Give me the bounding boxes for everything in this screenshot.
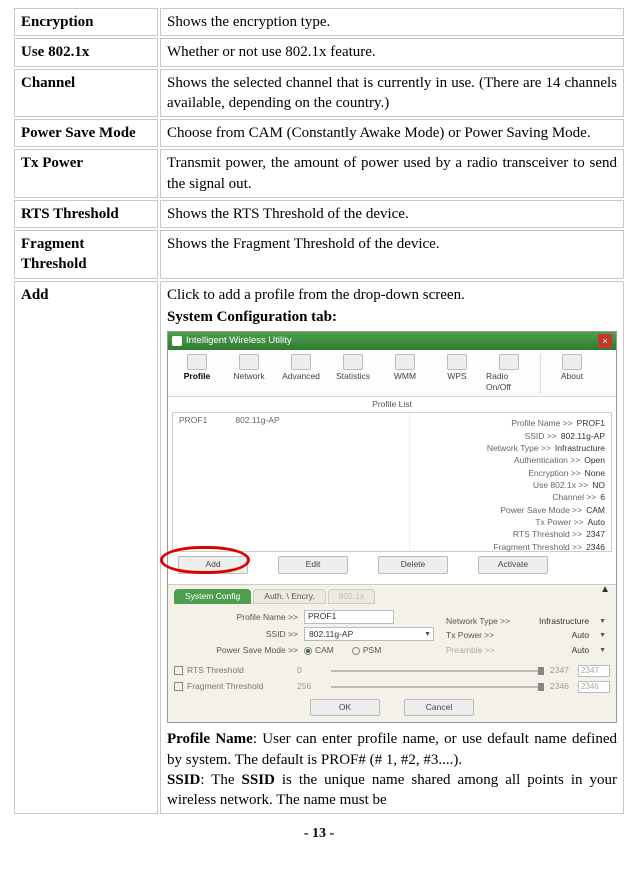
system-config-panel: ▲ System Config Auth. \ Encry. 802.1x Pr…	[168, 584, 616, 722]
radio-cam[interactable]	[304, 647, 312, 655]
profile-name-label: Profile Name >>	[174, 612, 304, 623]
chevron-down-icon: ▼	[599, 631, 606, 640]
toolbar-wmm[interactable]: WMM	[382, 354, 428, 394]
row-label-use8021x: Use 802.1x	[14, 38, 158, 66]
rts-checkbox[interactable]	[174, 666, 183, 675]
profile-name-explain: Profile Name: User can enter profile nam…	[167, 729, 617, 770]
row-label-powersave: Power Save Mode	[14, 119, 158, 147]
row-label-txpower: Tx Power	[14, 149, 158, 198]
profile-list-header: Profile List	[172, 397, 612, 412]
toolbar-about[interactable]: About	[549, 354, 595, 394]
system-config-tab-heading: System Configuration tab:	[167, 307, 617, 327]
toolbar-statistics[interactable]: Statistics	[330, 354, 376, 394]
power-save-label: Power Save Mode >>	[174, 645, 304, 656]
toolbar-advanced[interactable]: Advanced	[278, 354, 324, 394]
cancel-button[interactable]: Cancel	[404, 699, 474, 716]
network-type-label: Network Type >>	[446, 616, 510, 627]
row-label-rts: RTS Threshold	[14, 200, 158, 228]
window-titlebar: Intelligent Wireless Utility ×	[168, 332, 616, 350]
row-desc-add: Click to add a profile from the drop-dow…	[160, 281, 624, 815]
chevron-down-icon: ▼	[599, 617, 606, 626]
definition-table: Encryption Shows the encryption type. Us…	[12, 6, 626, 816]
chevron-down-icon: ▼	[599, 646, 606, 655]
txpower-select[interactable]: Auto▼	[572, 630, 606, 641]
tab-system-config[interactable]: System Config	[174, 589, 251, 604]
ssid-explain: SSID: The SSID is the unique name shared…	[167, 770, 617, 811]
ssid-label: SSID >>	[174, 629, 304, 640]
ok-button[interactable]: OK	[310, 699, 380, 716]
profile-details-panel: Profile Name >>PROF1 SSID >>802.11g-AP N…	[410, 413, 611, 551]
rts-value-box[interactable]: 2347	[578, 665, 610, 677]
toolbar-wps[interactable]: WPS	[434, 354, 480, 394]
add-button[interactable]: Add	[178, 556, 248, 573]
rts-slider[interactable]	[331, 670, 544, 672]
ssid-select[interactable]: 802.11g-AP▼	[304, 627, 434, 641]
network-type-select[interactable]: Infrastructure▼	[539, 616, 606, 627]
row-desc-channel: Shows the selected channel that is curre…	[160, 69, 624, 118]
frag-slider[interactable]	[331, 686, 544, 688]
toolbar-network[interactable]: Network	[226, 354, 272, 394]
profile-list-name: PROF1	[179, 415, 207, 549]
toolbar-radio[interactable]: Radio On/Off	[486, 354, 532, 394]
profile-list-box: PROF1 802.11g-AP Profile Name >>PROF1 SS…	[172, 412, 612, 552]
fragment-threshold-label: Fragment Threshold	[187, 681, 297, 692]
utility-screenshot: Intelligent Wireless Utility × Profile N…	[167, 331, 617, 723]
tab-8021x: 802.1x	[328, 589, 376, 604]
preamble-select: Auto▼	[572, 645, 606, 656]
txpower-label: Tx Power >>	[446, 630, 494, 641]
preamble-label: Preamble >>	[446, 645, 495, 656]
row-label-add: Add	[14, 281, 158, 815]
row-desc-encryption: Shows the encryption type.	[160, 8, 624, 36]
toolbar-profile[interactable]: Profile	[174, 354, 220, 394]
row-desc-rts: Shows the RTS Threshold of the device.	[160, 200, 624, 228]
frag-checkbox[interactable]	[174, 682, 183, 691]
collapse-arrow-icon[interactable]: ▲	[600, 583, 610, 597]
activate-button[interactable]: Activate	[478, 556, 548, 573]
row-desc-frag: Shows the Fragment Threshold of the devi…	[160, 230, 624, 279]
chevron-down-icon: ▼	[424, 630, 431, 639]
delete-button[interactable]: Delete	[378, 556, 448, 573]
main-toolbar: Profile Network Advanced Statistics WMM …	[168, 350, 616, 397]
profile-name-input[interactable]: PROF1	[304, 610, 394, 624]
tab-auth-encry[interactable]: Auth. \ Encry.	[253, 589, 325, 604]
profile-list-left[interactable]: PROF1 802.11g-AP	[173, 413, 410, 551]
edit-button[interactable]: Edit	[278, 556, 348, 573]
profile-list-ssid: 802.11g-AP	[235, 415, 279, 549]
rts-threshold-label: RTS Threshold	[187, 665, 297, 676]
add-intro-text: Click to add a profile from the drop-dow…	[167, 285, 617, 305]
row-label-encryption: Encryption	[14, 8, 158, 36]
window-title: Intelligent Wireless Utility	[186, 335, 292, 348]
row-desc-txpower: Transmit power, the amount of power used…	[160, 149, 624, 198]
row-label-frag: Fragment Threshold	[14, 230, 158, 279]
row-desc-use8021x: Whether or not use 802.1x feature.	[160, 38, 624, 66]
row-desc-powersave: Choose from CAM (Constantly Awake Mode) …	[160, 119, 624, 147]
frag-value-box[interactable]: 2346	[578, 681, 610, 693]
row-label-channel: Channel	[14, 69, 158, 118]
app-icon	[172, 336, 182, 346]
radio-psm[interactable]	[352, 647, 360, 655]
close-icon[interactable]: ×	[598, 334, 612, 348]
page-number: - 13 -	[12, 826, 626, 842]
